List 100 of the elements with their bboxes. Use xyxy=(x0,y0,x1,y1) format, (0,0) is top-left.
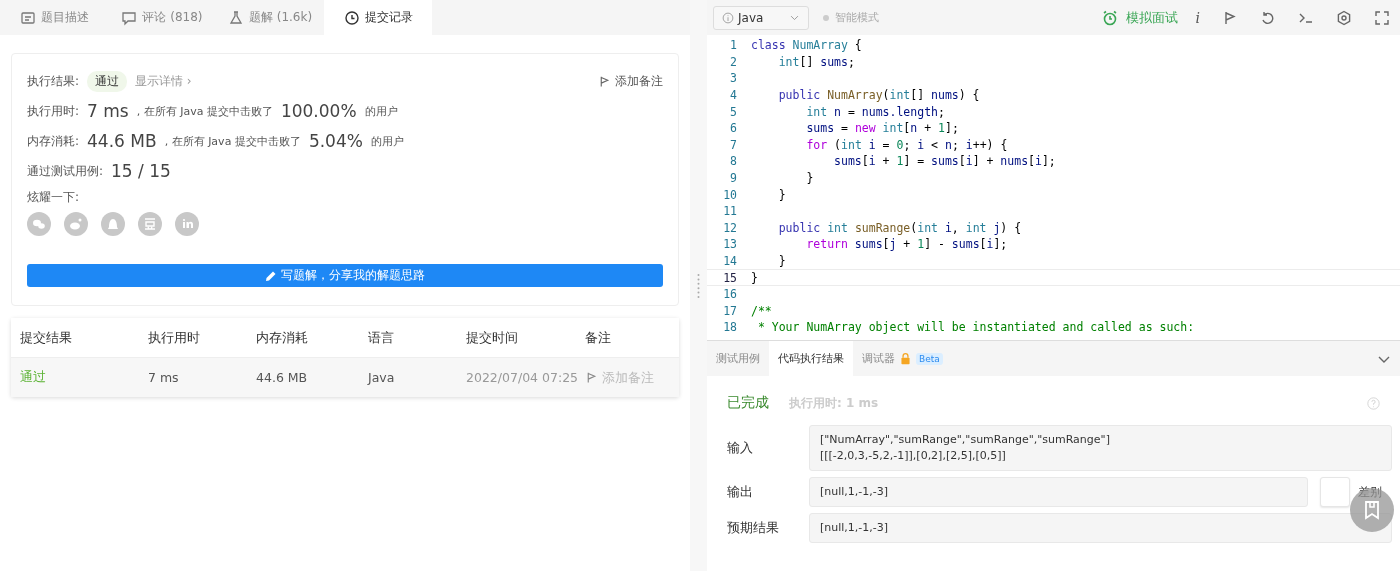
lock-icon xyxy=(899,352,912,365)
smart-mode-toggle[interactable]: 智能模式 xyxy=(823,10,879,25)
result-label: 执行结果: xyxy=(27,72,80,90)
code-line: } xyxy=(751,270,758,285)
code-line: class NumArray { xyxy=(751,38,862,53)
clock-icon xyxy=(343,9,360,26)
result-field: ["NumArray","sumRange","sumRange","sumRange"] [[[-2,0,3,-5,2,-1]],[0,2],[2,5],[0,5]] xyxy=(809,425,1392,471)
code-line: } xyxy=(777,254,786,268)
line-number: 1 xyxy=(729,38,738,53)
table-cell-text: 7 ms xyxy=(148,370,180,385)
tab[interactable]: 题解 (1.6k) xyxy=(216,0,324,35)
column-header: 提交结果 xyxy=(20,328,73,347)
tab[interactable]: 代码执行结果 xyxy=(769,341,853,376)
line-number: 3 xyxy=(729,71,738,86)
line-number: 18 xyxy=(722,320,738,335)
column-header: 语言 xyxy=(368,328,395,347)
stat-percent: 100.00% xyxy=(280,101,357,121)
wechat-icon[interactable] xyxy=(27,212,51,236)
cases-label: 通过测试用例: xyxy=(27,162,104,180)
drag-handle-icon[interactable] xyxy=(697,272,700,299)
status-link[interactable]: 通过 xyxy=(20,369,148,386)
code-line: } xyxy=(777,187,786,202)
stat-label: 内存消耗: xyxy=(27,132,80,150)
share-label: 炫耀一下: xyxy=(27,188,80,206)
line-number: 6 xyxy=(729,121,738,136)
line-number: 11 xyxy=(722,204,738,219)
add-note-button[interactable]: 添加备注 xyxy=(598,72,663,90)
bookmark-icon xyxy=(1363,500,1381,520)
column-header: 备注 xyxy=(585,328,612,347)
mock-interview-button[interactable]: 模拟面试 xyxy=(1101,8,1178,27)
line-number: 5 xyxy=(729,104,738,119)
save-button[interactable] xyxy=(1350,488,1394,532)
line-number: 8 xyxy=(729,154,738,169)
result-field: [null,1,-1,-3] xyxy=(809,477,1308,507)
stat-label: 执行用时: xyxy=(27,102,80,120)
code-line: } xyxy=(805,171,814,186)
stat-text: 的用户 xyxy=(364,103,398,119)
result-label: 预期结果 xyxy=(727,519,780,537)
code-line: int n = nums.length; xyxy=(805,104,945,119)
pencil-icon xyxy=(265,269,277,282)
language-select[interactable]: Java xyxy=(713,5,809,30)
line-number: 2 xyxy=(729,54,738,69)
code-line: for (int i = 0; i < n; i++) { xyxy=(805,137,1008,152)
flask-icon xyxy=(227,9,244,26)
info-button[interactable]: i xyxy=(1191,9,1204,26)
result-label: 输入 xyxy=(727,439,754,457)
stat-text: , 在所有 Java 提交中击败了 xyxy=(136,103,273,119)
line-number: 17 xyxy=(722,303,738,318)
alarm-clock-icon xyxy=(1101,9,1118,26)
result-label: 输出 xyxy=(727,483,754,501)
table-cell-text: 44.6 MB xyxy=(256,370,309,385)
line-number: 9 xyxy=(729,171,738,186)
comment-icon xyxy=(121,9,138,26)
linkedin-icon[interactable] xyxy=(175,212,199,236)
code-line: int[] sums; xyxy=(777,54,855,69)
tab[interactable]: 测试用例 xyxy=(707,341,769,376)
cases-value: 15 / 15 xyxy=(111,161,171,181)
line-number: 10 xyxy=(722,187,738,202)
column-header: 执行用时 xyxy=(148,328,201,347)
code-line: * Your NumArray object will be instantiated and called as such: xyxy=(756,320,1195,335)
column-header: 提交时间 xyxy=(466,328,519,347)
stat-value: 44.6 MB xyxy=(87,131,157,151)
line-number: 15 xyxy=(722,270,738,285)
line-number: 13 xyxy=(722,237,738,252)
table-cell-text: Java xyxy=(368,370,396,385)
line-number: 14 xyxy=(722,254,738,268)
description-icon xyxy=(19,9,36,26)
flag-icon xyxy=(585,371,598,384)
stat-text: 的用户 xyxy=(370,133,404,149)
tab[interactable]: 题目描述 xyxy=(0,0,108,35)
stat-percent: 5.04% xyxy=(308,131,363,151)
result-field: [null,1,-1,-3] xyxy=(809,513,1392,543)
qq-icon[interactable] xyxy=(101,212,125,236)
weibo-icon[interactable] xyxy=(64,212,88,236)
code-line: /** xyxy=(751,303,772,318)
code-line: public int sumRange(int i, int j) { xyxy=(777,220,1022,235)
details-link[interactable]: 显示详情 › xyxy=(135,72,192,90)
add-note-button[interactable]: 添加备注 xyxy=(585,368,679,387)
write-solution-button[interactable]: 写题解，分享我的解题思路 xyxy=(27,264,663,287)
douban-icon[interactable] xyxy=(138,212,162,236)
tab[interactable]: 评论 (818) xyxy=(108,0,216,35)
code-line: sums[i + 1] = sums[i] + nums[i]; xyxy=(833,154,1056,169)
stat-text: , 在所有 Java 提交中击败了 xyxy=(164,133,301,149)
line-number: 16 xyxy=(722,287,738,302)
beta-badge: Beta xyxy=(916,352,943,365)
stat-value: 7 ms xyxy=(87,101,129,121)
line-number: 12 xyxy=(722,220,738,235)
tab[interactable]: 调试器 Beta xyxy=(853,341,952,376)
column-header: 内存消耗 xyxy=(256,328,309,347)
dot-icon xyxy=(823,14,829,21)
code-line: public NumArray(int[] nums) { xyxy=(777,88,980,103)
tab[interactable]: 提交记录 xyxy=(324,0,432,35)
code-line: return sums[j + 1] - sums[i]; xyxy=(805,237,1008,252)
diff-toggle[interactable] xyxy=(1320,477,1350,507)
flag-icon xyxy=(598,74,611,88)
run-status: 已完成 xyxy=(727,394,769,412)
line-number: 4 xyxy=(729,88,738,103)
line-number: 7 xyxy=(729,137,738,152)
table-cell-text: 2022/07/04 07:25 xyxy=(466,370,580,385)
help-icon[interactable] xyxy=(1367,396,1380,410)
